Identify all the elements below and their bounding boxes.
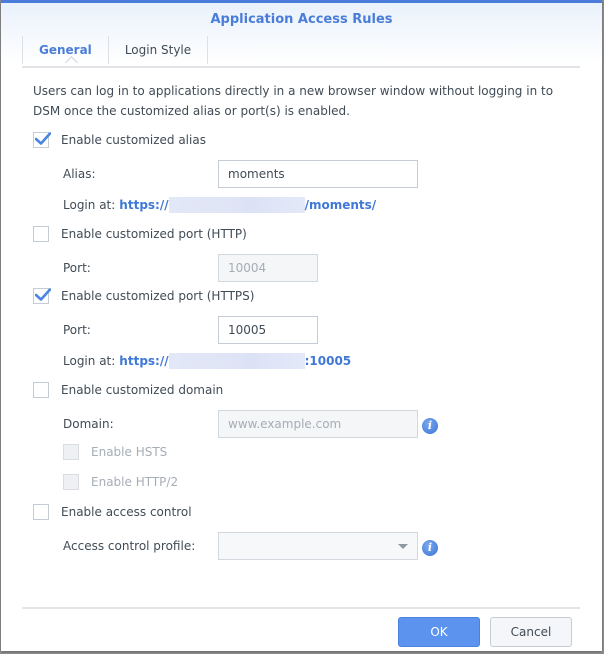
https-port-input[interactable]: 10005 <box>218 316 318 344</box>
alias-login-label: Login at: <box>63 198 116 212</box>
hsts-checkbox-row[interactable]: Enable HSTS <box>63 441 167 463</box>
access-control-checkbox[interactable] <box>33 504 49 520</box>
alias-checkbox-row[interactable]: Enable customized alias <box>33 129 206 151</box>
dialog-title: Application Access Rules <box>210 12 393 27</box>
http-port-input[interactable]: 10004 <box>218 254 318 282</box>
https-login-suffix[interactable]: :10005 <box>305 351 352 371</box>
checkmark-icon <box>35 288 51 301</box>
tab-general[interactable]: General <box>22 36 108 69</box>
https-port-checkbox[interactable] <box>33 288 51 304</box>
footer-divider <box>22 607 580 609</box>
domain-checkbox[interactable] <box>33 382 49 398</box>
http2-checkbox-row[interactable]: Enable HTTP/2 <box>63 471 178 493</box>
cancel-button[interactable]: Cancel <box>490 617 572 647</box>
https-login-prefix[interactable]: https:// <box>119 351 168 371</box>
tab-login-style-label: Login Style <box>124 43 192 57</box>
description-text: Users can log in to applications directl… <box>33 84 554 118</box>
domain-label: Domain: <box>63 417 114 431</box>
http-port-checkbox-row[interactable]: Enable customized port (HTTP) <box>33 223 247 245</box>
https-port-label: Port: <box>63 323 91 337</box>
domain-input[interactable]: www.example.com <box>218 410 418 438</box>
http2-checkbox-label: Enable HTTP/2 <box>91 475 179 489</box>
alias-checkbox-label: Enable customized alias <box>61 133 206 147</box>
alias-checkbox[interactable] <box>33 132 51 148</box>
tab-login-style[interactable]: Login Style <box>107 36 209 64</box>
domain-checkbox-label: Enable customized domain <box>61 383 224 397</box>
http-port-label: Port: <box>63 261 91 275</box>
alias-input[interactable]: moments <box>218 160 418 188</box>
application-access-rules-dialog: Application Access Rules General Login S… <box>1 0 602 651</box>
hsts-checkbox-label: Enable HSTS <box>91 445 168 459</box>
https-login-at: Login at: https:// :10005 <box>63 351 351 371</box>
tab-bar: General Login Style <box>22 36 209 69</box>
https-port-checkbox-row[interactable]: Enable customized port (HTTPS) <box>33 285 254 307</box>
domain-info-icon[interactable]: i <box>422 418 438 434</box>
http-port-checkbox-label: Enable customized port (HTTP) <box>61 227 247 241</box>
alias-label: Alias: <box>63 167 96 181</box>
access-control-profile-select[interactable] <box>218 532 418 560</box>
chevron-down-icon[interactable] <box>398 544 408 549</box>
alias-login-prefix[interactable]: https:// <box>119 195 168 215</box>
tab-divider <box>22 66 580 68</box>
alias-login-suffix[interactable]: /moments/ <box>305 195 377 215</box>
ok-button[interactable]: OK <box>398 617 480 647</box>
https-login-label: Login at: <box>63 354 116 368</box>
access-control-info-icon[interactable]: i <box>422 540 438 556</box>
redacted-host <box>168 197 305 213</box>
http2-checkbox[interactable] <box>63 474 79 490</box>
http-port-checkbox[interactable] <box>33 226 49 242</box>
redacted-host <box>168 353 305 369</box>
domain-checkbox-row[interactable]: Enable customized domain <box>33 379 223 401</box>
https-port-checkbox-label: Enable customized port (HTTPS) <box>61 289 255 303</box>
tab-general-label: General <box>39 43 92 57</box>
access-control-checkbox-label: Enable access control <box>61 505 192 519</box>
access-control-profile-label: Access control profile: <box>63 539 196 553</box>
checkmark-icon <box>35 132 51 145</box>
alias-login-at: Login at: https:// /moments/ <box>63 195 376 215</box>
access-control-checkbox-row[interactable]: Enable access control <box>33 501 192 523</box>
hsts-checkbox[interactable] <box>63 444 79 460</box>
